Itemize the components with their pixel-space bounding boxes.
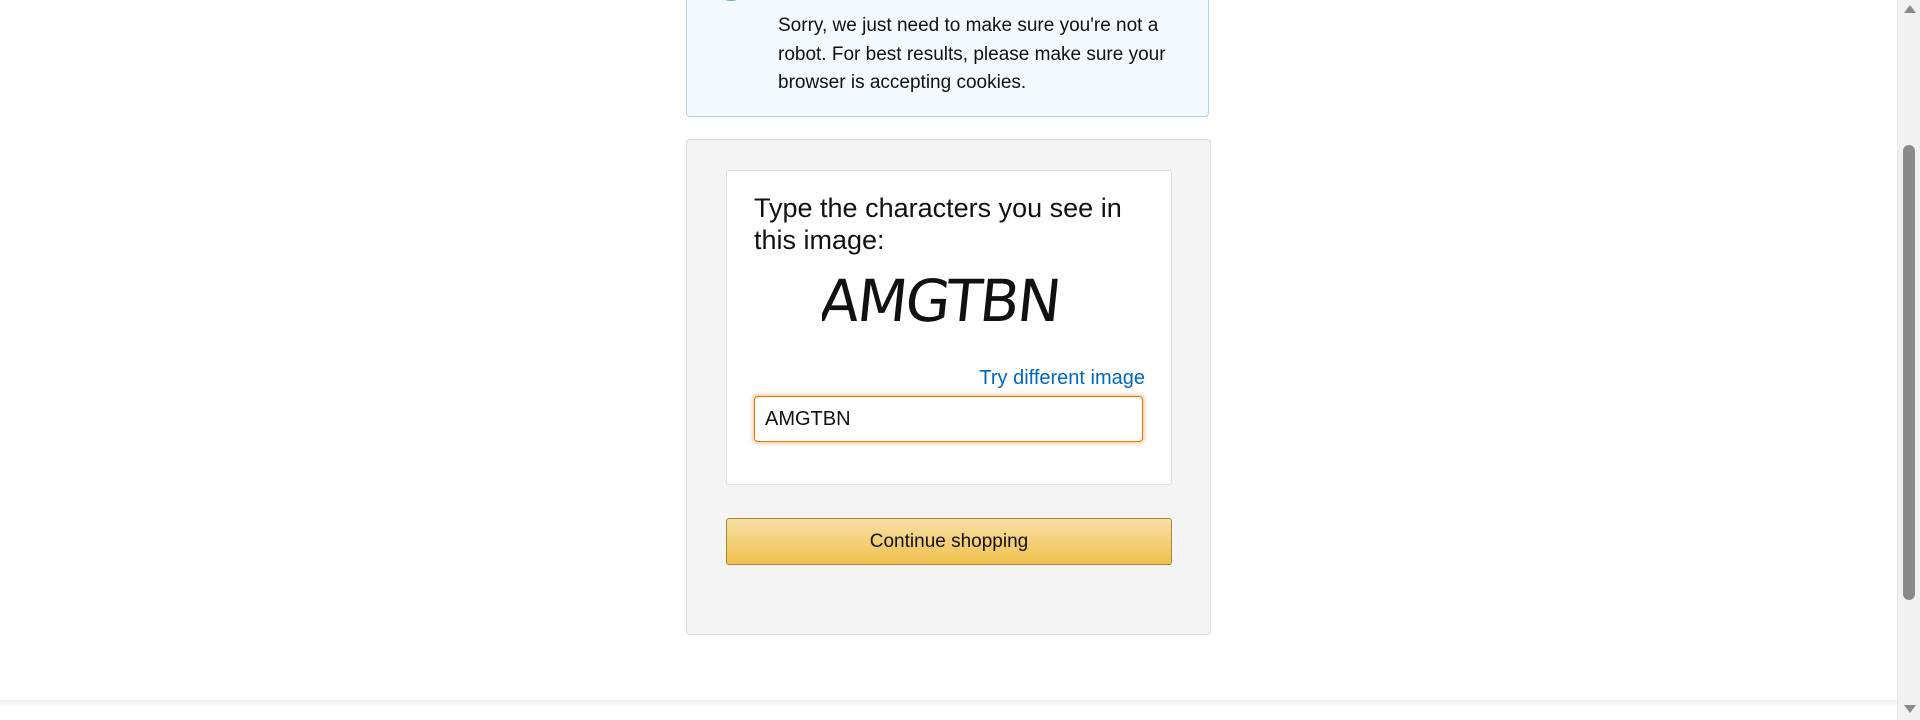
info-circle-icon xyxy=(715,0,747,1)
bottom-divider xyxy=(0,700,1897,708)
captcha-image-text: AMGTBN xyxy=(822,267,1063,333)
captcha-input[interactable] xyxy=(754,396,1143,442)
try-different-image-link[interactable]: Try different image xyxy=(979,367,1145,390)
scrollbar-thumb[interactable] xyxy=(1903,145,1915,600)
info-alert: Sorry, we just need to make sure you're … xyxy=(686,0,1209,117)
captcha-page: Sorry, we just need to make sure you're … xyxy=(0,0,1920,720)
scroll-up-arrow-icon[interactable] xyxy=(1904,5,1916,13)
captcha-panel: Type the characters you see in this imag… xyxy=(726,170,1172,485)
alert-message: Sorry, we just need to make sure you're … xyxy=(778,15,1166,93)
continue-shopping-button[interactable]: Continue shopping xyxy=(726,518,1172,565)
captcha-form-card: Type the characters you see in this imag… xyxy=(686,139,1211,635)
scroll-down-arrow-icon[interactable] xyxy=(1904,705,1916,713)
captcha-image: AMGTBN xyxy=(822,267,1063,333)
vertical-scrollbar[interactable] xyxy=(1897,0,1920,720)
captcha-prompt: Type the characters you see in this imag… xyxy=(754,193,1122,255)
